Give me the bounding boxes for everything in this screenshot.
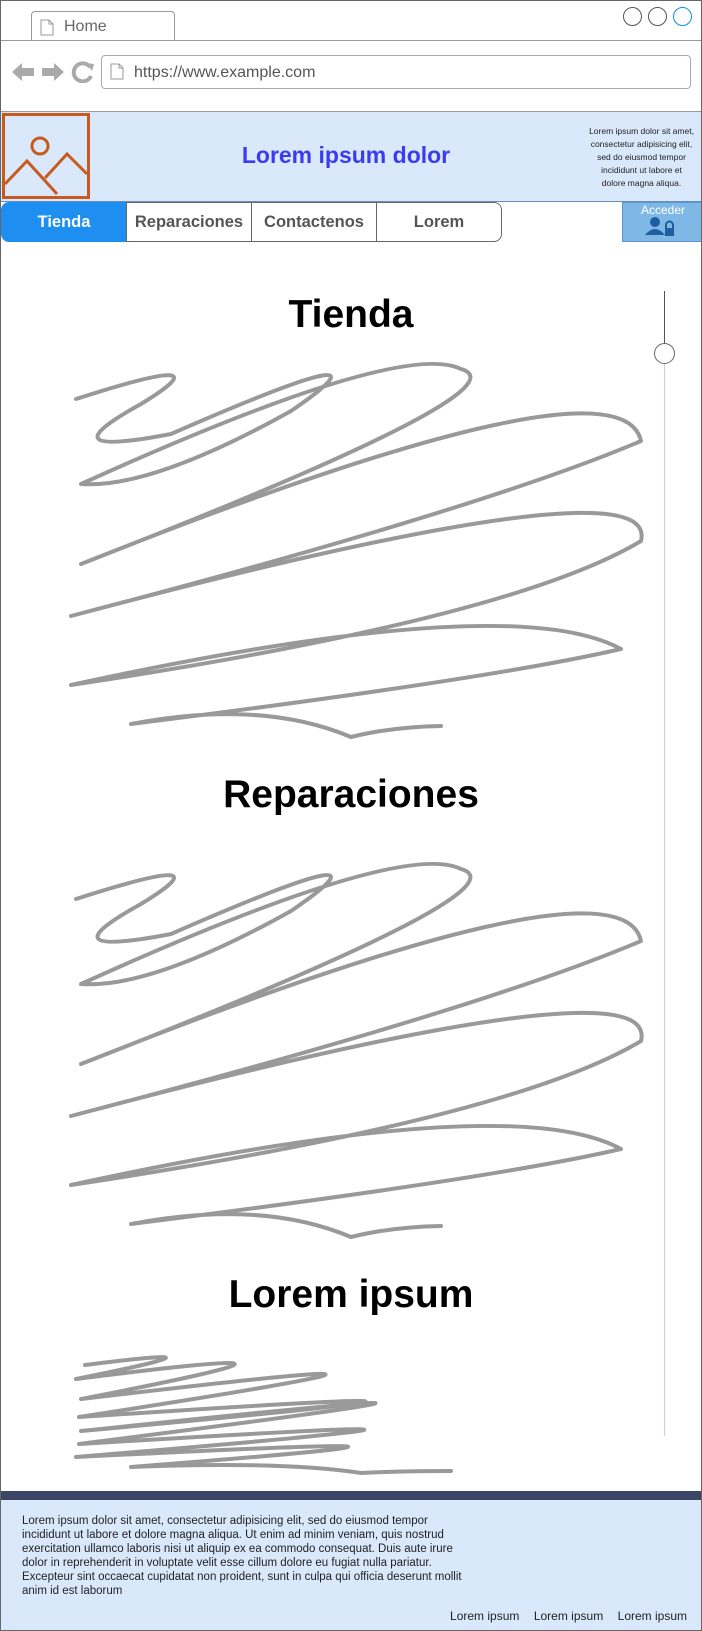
footer-divider — [1, 1491, 701, 1500]
login-label: Acceder — [640, 203, 686, 217]
close-button[interactable] — [673, 7, 692, 26]
footer-text-line: Lorem ipsum dolor sit amet, consectetur … — [22, 1515, 428, 1527]
section-title-reparaciones: Reparaciones — [223, 773, 479, 816]
scribble-placeholder-lorem — [74, 1355, 453, 1475]
section-title-tienda: Tienda — [288, 293, 414, 336]
back-arrow-icon[interactable] — [11, 61, 35, 83]
blurb-line: sed do eiusmod tempor — [597, 152, 686, 162]
blurb-line: dolore magna aliqua. — [601, 178, 682, 188]
tab-bar: Home — [1, 1, 701, 41]
page-icon — [110, 63, 124, 80]
address-row: https://www.example.com — [1, 41, 701, 112]
user-lock-icon — [645, 217, 674, 236]
footer-link[interactable]: Lorem ipsum — [618, 1609, 687, 1623]
footer-link[interactable]: Lorem ipsum — [450, 1609, 519, 1623]
scrollbar-thumb[interactable] — [654, 343, 675, 364]
scribble-placeholder-reparaciones — [69, 861, 644, 1239]
forward-arrow-icon[interactable] — [41, 61, 65, 83]
footer-text-line: anim id est laborum — [22, 1585, 123, 1597]
url-field[interactable]: https://www.example.com — [101, 55, 691, 89]
menu-item-reparaciones[interactable]: Reparaciones — [126, 202, 252, 242]
footer-text: Lorem ipsum dolor sit amet, consectetur … — [22, 1514, 482, 1598]
page-icon — [40, 19, 54, 36]
tab-title: Home — [64, 18, 107, 35]
footer-links: Lorem ipsum Lorem ipsum Lorem ipsum — [440, 1607, 687, 1625]
footer-text-line: incididunt ut labore et dolore magna ali… — [22, 1529, 444, 1541]
site-header: Lorem ipsum dolor Lorem ipsum dolor sit … — [1, 112, 701, 202]
menu-item-lorem[interactable]: Lorem — [376, 202, 502, 242]
scrollbar-track[interactable] — [664, 291, 665, 1436]
url-text: https://www.example.com — [134, 64, 316, 81]
site-footer: Lorem ipsum dolor sit amet, consectetur … — [1, 1500, 701, 1630]
minimize-button[interactable] — [623, 7, 642, 26]
browser-window: Home https://www.example.com Lorem ipsum… — [0, 0, 702, 1631]
footer-text-line: Excepteur sint occaecat cupidatat non pr… — [22, 1571, 462, 1583]
section-title-lorem-ipsum: Lorem ipsum — [228, 1273, 474, 1316]
footer-text-line: dolor in reprehenderit in voluptate veli… — [22, 1557, 432, 1569]
scribble-placeholder-tienda — [69, 361, 644, 739]
header-blurb: Lorem ipsum dolor sit amet, consectetur … — [584, 125, 699, 190]
blurb-line: consectetur adipisicing elit, — [590, 139, 693, 149]
browser-tab[interactable]: Home — [31, 11, 175, 41]
image-icon[interactable] — [2, 113, 90, 199]
site-title: Lorem ipsum dolor — [241, 142, 451, 168]
footer-link[interactable]: Lorem ipsum — [534, 1609, 603, 1623]
login-button[interactable]: Acceder — [622, 202, 701, 242]
menu-item-contactenos[interactable]: Contactenos — [251, 202, 377, 242]
footer-text-line: exercitation ullamco laboris nisi ut ali… — [22, 1543, 453, 1555]
image-placeholder-icon — [3, 136, 89, 196]
maximize-button[interactable] — [648, 7, 667, 26]
blurb-line: incididunt ut labore et — [601, 165, 682, 175]
menu-item-tienda[interactable]: Tienda — [1, 202, 127, 242]
blurb-line: Lorem ipsum dolor sit amet, — [589, 126, 694, 136]
reload-icon[interactable] — [71, 61, 95, 83]
